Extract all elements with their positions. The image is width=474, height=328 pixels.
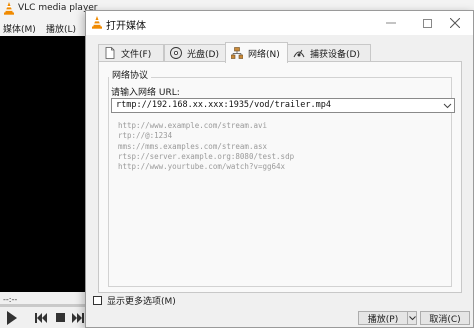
play-button[interactable]: 播放(P) <box>358 311 408 325</box>
tab-disc[interactable]: 光盘(D) <box>164 44 226 61</box>
vlc-cone-icon <box>4 2 14 15</box>
dialog-titlebar: 打开媒体 <box>86 11 473 35</box>
previous-button[interactable] <box>33 309 49 326</box>
tab-capture-device-label: 捕获设备(D) <box>310 49 360 60</box>
chevron-down-icon[interactable] <box>443 101 452 110</box>
stop-icon <box>55 313 65 322</box>
group-title: 网络协议 <box>109 68 152 81</box>
skip-next-icon <box>72 312 84 323</box>
playback-controls <box>0 309 85 328</box>
url-example: http://www.example.com/stream.avi <box>118 121 268 130</box>
minimize-button[interactable] <box>373 11 409 35</box>
disc-icon <box>170 47 182 59</box>
video-area[interactable] <box>0 36 85 292</box>
skip-previous-icon <box>35 312 47 323</box>
url-label: 请输入网络 URL: <box>111 88 180 98</box>
url-example: rtp://@:1234 <box>118 131 173 141</box>
elapsed-time: --:-- <box>3 295 18 304</box>
tab-network-label: 网络(N) <box>248 49 280 60</box>
play-button-label: 播放(P) <box>367 314 399 325</box>
cancel-button[interactable]: 取消(C) <box>420 311 470 325</box>
url-example: http://www.yourtube.com/watch?v=gg64x <box>118 162 286 172</box>
cancel-button-label: 取消(C) <box>429 314 461 325</box>
seek-slider[interactable] <box>0 304 85 307</box>
maximize-icon <box>422 18 432 28</box>
show-more-options[interactable]: 显示更多选项(M) <box>93 294 176 307</box>
menu-media[interactable]: 媒体(M) <box>3 22 36 35</box>
play-icon <box>7 310 17 325</box>
network-url-value: rtmp://192.168.xx.xxx:1935/vod/trailer.m… <box>116 100 331 110</box>
tab-disc-label: 光盘(D) <box>187 49 219 60</box>
show-more-options-label: 显示更多选项(M) <box>107 296 176 307</box>
tab-network[interactable]: 网络(N) <box>225 42 288 63</box>
tab-capture-device[interactable]: 捕获设备(D) <box>287 44 371 61</box>
network-url-input[interactable]: rtmp://192.168.xx.xxx:1935/vod/trailer.m… <box>111 98 455 113</box>
tab-file[interactable]: 文件(F) <box>98 44 164 61</box>
open-media-dialog: 打开媒体 文件(F) 光盘(D) 网络(N) 捕获设备(D) 网络协议 请输入网… <box>85 10 474 328</box>
play-options-dropdown[interactable] <box>407 311 417 325</box>
close-button[interactable] <box>437 11 473 35</box>
show-more-options-checkbox[interactable] <box>93 295 102 305</box>
menu-playback[interactable]: 播放(L) <box>46 22 76 35</box>
next-button[interactable] <box>70 309 86 326</box>
network-tab-panel: 网络协议 请输入网络 URL: rtmp://192.168.xx.xxx:19… <box>98 61 462 293</box>
play-button-main[interactable] <box>2 309 22 326</box>
url-example: mms://mms.examples.com/stream.asx <box>118 141 268 151</box>
source-tabs: 文件(F) 光盘(D) 网络(N) 捕获设备(D) <box>98 42 462 63</box>
stop-button[interactable] <box>52 309 68 326</box>
close-icon <box>450 18 460 28</box>
capture-device-icon <box>293 49 305 58</box>
tab-file-label: 文件(F) <box>121 49 152 60</box>
vlc-cone-icon <box>92 16 102 29</box>
file-icon <box>105 47 115 59</box>
dialog-title: 打开媒体 <box>106 21 146 32</box>
url-example: rtsp://server.example.org:8080/test.sdp <box>118 151 295 161</box>
network-icon <box>231 47 243 59</box>
minimize-icon <box>386 22 396 24</box>
chevron-down-icon <box>408 316 416 321</box>
url-examples: http://www.example.com/stream.avi rtp://… <box>118 121 294 172</box>
